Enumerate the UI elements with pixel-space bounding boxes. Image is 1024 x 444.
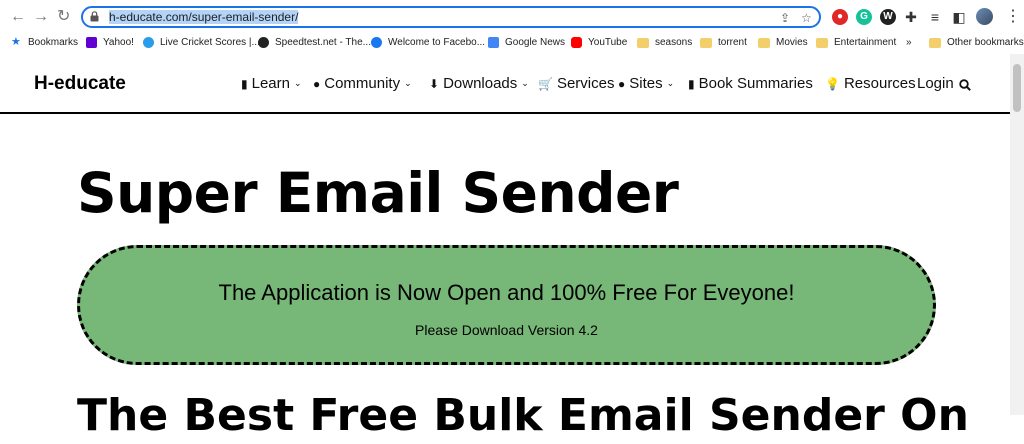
nav-services[interactable]: 🛒 Services [538, 75, 614, 92]
facebook-icon [371, 37, 382, 48]
nav-label: Services [556, 75, 615, 92]
share-icon[interactable]: ⇪ [780, 11, 790, 25]
bookmark-item[interactable]: Welcome to Facebo... [371, 37, 485, 48]
google-news-icon [488, 37, 499, 48]
bookmarks-bar: ★ Bookmarks Yahoo! Live Cricket Scores |.… [0, 34, 1024, 54]
banner-subtext: Please Download Version 4.2 [415, 322, 598, 338]
youtube-icon [571, 37, 582, 48]
search-icon[interactable] [959, 79, 971, 91]
nav-learn[interactable]: ▮ Learn ⌄ [241, 75, 302, 92]
nav-label: Learn [251, 75, 290, 92]
bookmark-label: Speedtest.net - The... [275, 37, 371, 48]
yahoo-icon [86, 37, 97, 48]
folder-icon [637, 37, 649, 48]
bookmark-star-icon[interactable]: ☆ [801, 11, 812, 25]
url-path: /super-email-sender/ [188, 10, 299, 24]
bookmark-label: Entertainment [834, 37, 897, 48]
scrollbar-thumb[interactable] [1013, 64, 1021, 112]
address-bar[interactable]: h-educate.com/super-email-sender/ ⇪ ☆ [81, 6, 821, 28]
site-logo[interactable]: H-educate [34, 73, 126, 95]
url-domain: h-educate.com [109, 10, 189, 24]
bookmark-label: Other bookmarks [947, 37, 1024, 48]
nav-book-summaries[interactable]: ▮ Book Summaries [688, 75, 813, 92]
star-icon: ★ [11, 36, 21, 48]
nav-label: Sites [629, 75, 663, 92]
nav-label: Book Summaries [698, 75, 813, 92]
globe-icon: ● [618, 76, 626, 91]
lock-icon[interactable] [90, 11, 99, 22]
nav-label: Community [324, 75, 401, 92]
back-arrow-icon[interactable]: ← [10, 8, 26, 26]
bookmark-label: Welcome to Facebo... [388, 37, 486, 48]
speedtest-icon [258, 37, 269, 48]
wordpress-extension-icon[interactable]: W [880, 9, 896, 25]
chevron-down-icon: ⌄ [521, 78, 529, 88]
section-heading: The Best Free Bulk Email Sender On [77, 390, 969, 441]
forward-arrow-icon[interactable]: → [33, 8, 49, 26]
bookmark-label: Bookmarks [28, 37, 79, 48]
reading-list-icon[interactable]: ≡ [927, 9, 943, 25]
profile-avatar[interactable] [976, 8, 993, 25]
banner-headline: The Application is Now Open and 100% Fre… [218, 280, 795, 305]
bookmark-item[interactable]: seasons [637, 37, 692, 48]
page-scrollbar[interactable] [1010, 54, 1024, 415]
download-icon: ⬇ [429, 76, 440, 91]
bookmark-label: Live Cricket Scores |... [160, 37, 260, 48]
bookmark-label: YouTube [588, 37, 628, 48]
bookmark-item[interactable]: Google News [488, 37, 565, 48]
nav-sites[interactable]: ● Sites ⌄ [618, 75, 674, 92]
book-icon: ▮ [688, 76, 695, 91]
nav-label: Login [917, 75, 954, 92]
folder-icon [816, 37, 828, 48]
chevron-down-icon: ⌄ [293, 78, 302, 88]
site-header: H-educate ▮ Learn ⌄ ● Community ⌄ ⬇ Downloads… [0, 54, 1010, 114]
nav-downloads[interactable]: ⬇ Downloads ⌄ [429, 75, 529, 92]
bookmark-item[interactable]: Yahoo! [86, 37, 134, 48]
reload-icon[interactable]: ↻ [57, 8, 70, 26]
browser-menu-icon[interactable]: ⋮ [1005, 6, 1021, 26]
grammarly-extension-icon[interactable]: G [856, 9, 872, 25]
bookmarks-overflow-button[interactable]: » [906, 37, 912, 48]
bookmark-item[interactable]: Other bookmarks [929, 37, 1024, 48]
bookmark-item[interactable]: YouTube [571, 37, 627, 48]
bookmark-item[interactable]: Movies [758, 37, 808, 48]
chevron-down-icon: ⌄ [404, 78, 412, 88]
page-title: Super Email Sender [77, 161, 679, 225]
folder-icon [929, 37, 941, 48]
folder-icon [700, 37, 712, 48]
globe-icon: ● [313, 76, 321, 91]
globe-icon [143, 37, 154, 48]
adblock-extension-icon[interactable]: ● [832, 9, 848, 25]
bookmark-label: seasons [655, 37, 693, 48]
bookmark-label: Google News [505, 37, 566, 48]
cart-icon: 🛒 [538, 76, 553, 91]
side-panel-icon[interactable]: ◧ [951, 9, 967, 25]
browser-toolbar: ← → ↻ h-educate.com/super-email-sender/ … [0, 0, 1024, 34]
book-icon: ▮ [241, 76, 248, 91]
bookmark-label: Movies [776, 37, 808, 48]
bookmark-item[interactable]: Entertainment [816, 37, 896, 48]
nav-label: Resources [843, 75, 916, 92]
nav-community[interactable]: ● Community ⌄ [313, 75, 412, 92]
bulb-icon: 💡 [825, 76, 840, 91]
announcement-banner: The Application is Now Open and 100% Fre… [77, 245, 936, 365]
bookmark-label: torrent [718, 37, 747, 48]
bookmark-label: » [906, 37, 912, 48]
extensions-puzzle-icon[interactable]: ✚ [903, 9, 919, 25]
nav-login[interactable]: Login [917, 75, 954, 92]
nav-resources[interactable]: 💡 Resources [825, 75, 916, 92]
chevron-down-icon: ⌄ [666, 78, 675, 88]
folder-icon [758, 37, 770, 48]
bookmark-item[interactable]: torrent [700, 37, 747, 48]
bookmark-label: Yahoo! [103, 37, 134, 48]
url-text[interactable]: h-educate.com/super-email-sender/ [109, 10, 299, 24]
nav-label: Downloads [443, 75, 518, 92]
bookmark-item[interactable]: Live Cricket Scores |... [143, 37, 260, 48]
bookmark-item[interactable]: Speedtest.net - The... [258, 37, 371, 48]
bookmark-item[interactable]: ★ Bookmarks [11, 36, 79, 49]
